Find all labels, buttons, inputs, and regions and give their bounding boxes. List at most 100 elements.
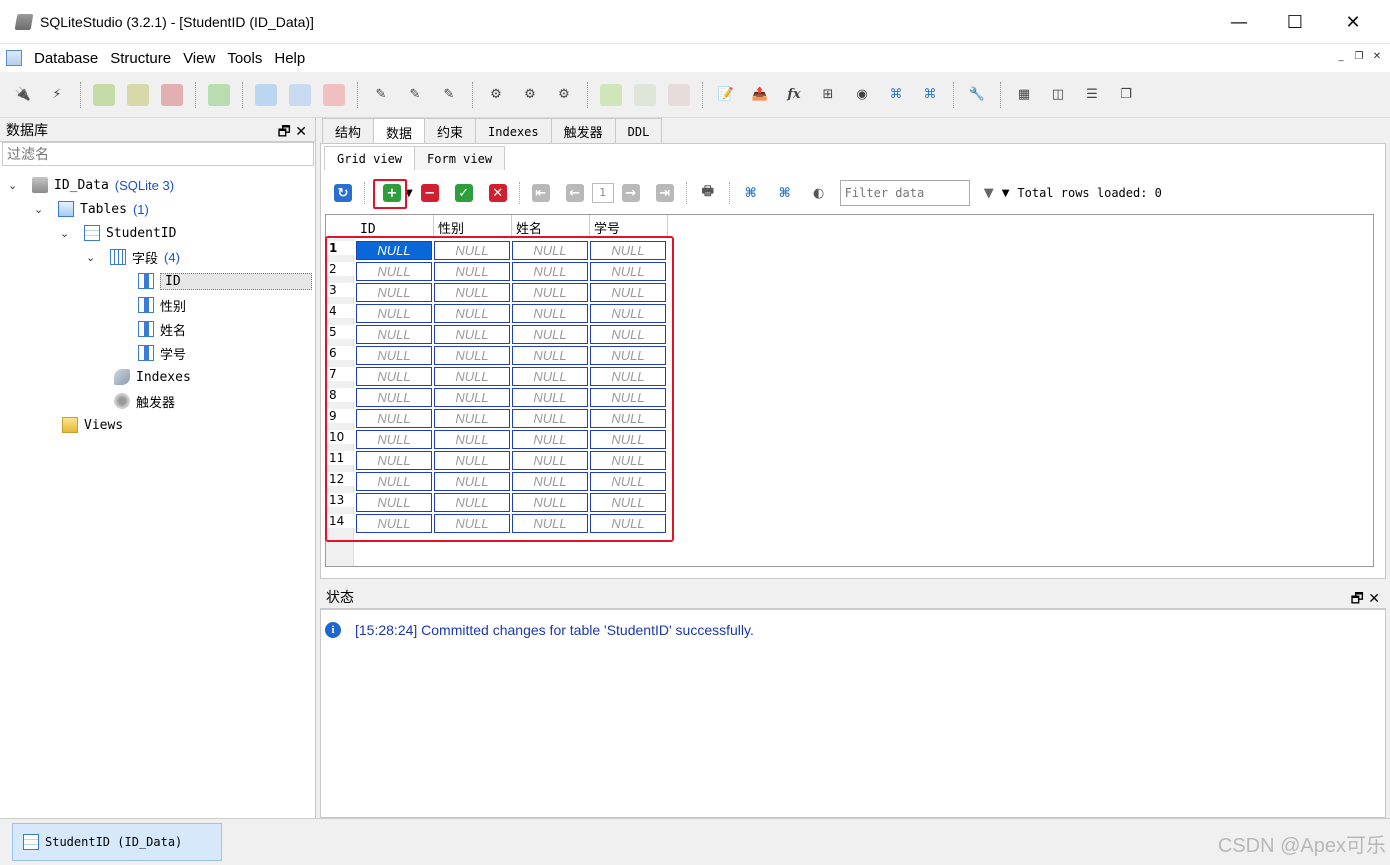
row-number[interactable]: 3 <box>326 283 356 297</box>
insert-row-icon[interactable]: + <box>383 184 401 202</box>
tree-item-triggers[interactable]: 触发器 <box>114 390 175 412</box>
populate-icon[interactable]: ◐ <box>810 184 828 202</box>
tab-ddl[interactable]: DDL <box>614 118 663 144</box>
tab-constraints[interactable]: 约束 <box>424 118 477 144</box>
grid-cell[interactable]: NULL <box>512 241 588 260</box>
delete-view-icon[interactable] <box>668 83 690 106</box>
edit-view-icon[interactable] <box>634 83 656 106</box>
grid-cell[interactable]: NULL <box>434 283 510 302</box>
import-data-icon[interactable]: ⌘ <box>742 184 760 202</box>
filter-data-input[interactable] <box>839 180 970 206</box>
grid-cell[interactable]: NULL <box>512 514 588 533</box>
grid-cell[interactable]: NULL <box>590 472 666 491</box>
grid-cell[interactable]: NULL <box>434 325 510 344</box>
sql-editor-icon[interactable]: 📝 <box>715 84 737 106</box>
row-number[interactable]: 4 <box>326 304 356 318</box>
tree-item-fields[interactable]: ⌄ 字段 (4) <box>86 246 180 268</box>
grid-cell[interactable]: NULL <box>512 304 588 323</box>
column-header-number[interactable]: 学号 <box>590 215 668 239</box>
commit-icon[interactable]: ✓ <box>454 184 473 202</box>
menu-database[interactable]: Database <box>34 50 98 67</box>
remove-database-icon[interactable] <box>161 83 183 106</box>
grid-cell[interactable]: NULL <box>434 493 510 512</box>
connect-icon[interactable]: 🔌 <box>12 84 34 106</box>
grid-cell[interactable]: NULL <box>590 493 666 512</box>
grid-cell[interactable]: NULL <box>356 472 432 491</box>
next-page-icon[interactable]: → <box>621 184 640 202</box>
chevron-down-icon[interactable]: ▼ <box>405 188 413 199</box>
grid-cell[interactable]: NULL <box>356 493 432 512</box>
grid-cell[interactable]: NULL <box>512 346 588 365</box>
extensions-icon[interactable]: ◉ <box>851 84 873 106</box>
mdi-restore-icon[interactable]: ❐ <box>1352 50 1366 64</box>
export-icon[interactable]: 📤 <box>749 84 771 106</box>
row-number[interactable]: 13 <box>326 493 356 507</box>
grid-cell[interactable]: NULL <box>512 367 588 386</box>
row-number[interactable]: 14 <box>326 514 356 528</box>
grid-cell[interactable]: NULL <box>356 367 432 386</box>
tree-item-column-name[interactable]: 姓名 <box>138 318 186 340</box>
grid-cell[interactable]: NULL <box>434 388 510 407</box>
grid-cell[interactable]: NULL <box>356 304 432 323</box>
row-number[interactable]: 5 <box>326 325 356 339</box>
row-number[interactable]: 11 <box>326 451 356 465</box>
tree-item-database[interactable]: ⌄ ID_Data (SQLite 3) <box>8 174 174 196</box>
tree-item-column-id[interactable]: ID <box>138 270 312 292</box>
row-number[interactable]: 12 <box>326 472 356 486</box>
grid-cell[interactable]: NULL <box>512 262 588 281</box>
grid-cell[interactable]: NULL <box>434 430 510 449</box>
grid-cell[interactable]: NULL <box>590 514 666 533</box>
tab-grid-view[interactable]: Grid view <box>324 146 416 170</box>
chevron-down-icon[interactable]: ⌄ <box>8 179 22 192</box>
page-number[interactable]: 1 <box>591 183 614 203</box>
row-number[interactable]: 1 <box>326 241 356 255</box>
rollback-icon[interactable]: ✕ <box>488 184 507 202</box>
grid-cell[interactable]: NULL <box>590 367 666 386</box>
grid-cell[interactable]: NULL <box>356 325 432 344</box>
tile-icon[interactable]: ▦ <box>1013 84 1035 106</box>
grid-cell[interactable]: NULL <box>356 430 432 449</box>
export-data-icon[interactable]: ⌘ <box>919 84 941 106</box>
grid-cell[interactable]: NULL <box>590 304 666 323</box>
tree-item-table-studentid[interactable]: ⌄ StudentID <box>60 222 176 244</box>
column-header-id[interactable]: ID <box>356 215 434 239</box>
row-number[interactable]: 10 <box>326 430 356 444</box>
close-button[interactable]: ✕ <box>1324 0 1382 44</box>
grid-cell[interactable]: NULL <box>590 388 666 407</box>
tab-form-view[interactable]: Form view <box>414 146 506 170</box>
tab-triggers[interactable]: 触发器 <box>550 118 616 144</box>
grid-cell[interactable]: NULL <box>590 409 666 428</box>
grid-cell[interactable]: NULL <box>356 514 432 533</box>
tile-horizontal-icon[interactable]: ◫ <box>1047 84 1069 106</box>
chevron-down-icon[interactable]: ⌄ <box>86 251 100 264</box>
create-index-icon[interactable]: ✎ <box>370 84 392 106</box>
tab-indexes[interactable]: Indexes <box>475 118 552 144</box>
tree-item-indexes[interactable]: Indexes <box>114 366 191 388</box>
grid-cell[interactable]: NULL <box>434 262 510 281</box>
grid-cell[interactable]: NULL <box>356 283 432 302</box>
prev-page-icon[interactable]: ← <box>565 184 584 202</box>
edit-index-icon[interactable]: ✎ <box>404 84 426 106</box>
create-view-icon[interactable] <box>600 83 622 106</box>
export-data-icon[interactable]: ⌘ <box>776 184 794 202</box>
grid-cell[interactable]: NULL <box>590 451 666 470</box>
taskbar-item-studentid[interactable]: StudentID (ID_Data) <box>12 823 222 861</box>
tree-item-column-number[interactable]: 学号 <box>138 342 186 364</box>
grid-cell[interactable]: NULL <box>512 493 588 512</box>
disconnect-icon[interactable]: ⚡ <box>46 84 68 106</box>
tree-item-column-gender[interactable]: 性别 <box>138 294 186 316</box>
grid-cell[interactable]: NULL <box>590 430 666 449</box>
grid-cell[interactable]: NULL <box>356 346 432 365</box>
grid-cell[interactable]: NULL <box>356 409 432 428</box>
grid-cell[interactable]: NULL <box>434 451 510 470</box>
grid-cell[interactable]: NULL <box>512 472 588 491</box>
add-database-icon[interactable] <box>93 83 115 106</box>
row-number[interactable]: 9 <box>326 409 356 423</box>
grid-cell[interactable]: NULL <box>590 241 666 260</box>
column-header-name[interactable]: 姓名 <box>512 215 590 239</box>
grid-cell[interactable]: NULL <box>434 241 510 260</box>
row-number[interactable]: 8 <box>326 388 356 402</box>
column-header-gender[interactable]: 性别 <box>434 215 512 239</box>
menu-tools[interactable]: Tools <box>227 50 262 67</box>
collations-icon[interactable]: ⊞ <box>817 84 839 106</box>
